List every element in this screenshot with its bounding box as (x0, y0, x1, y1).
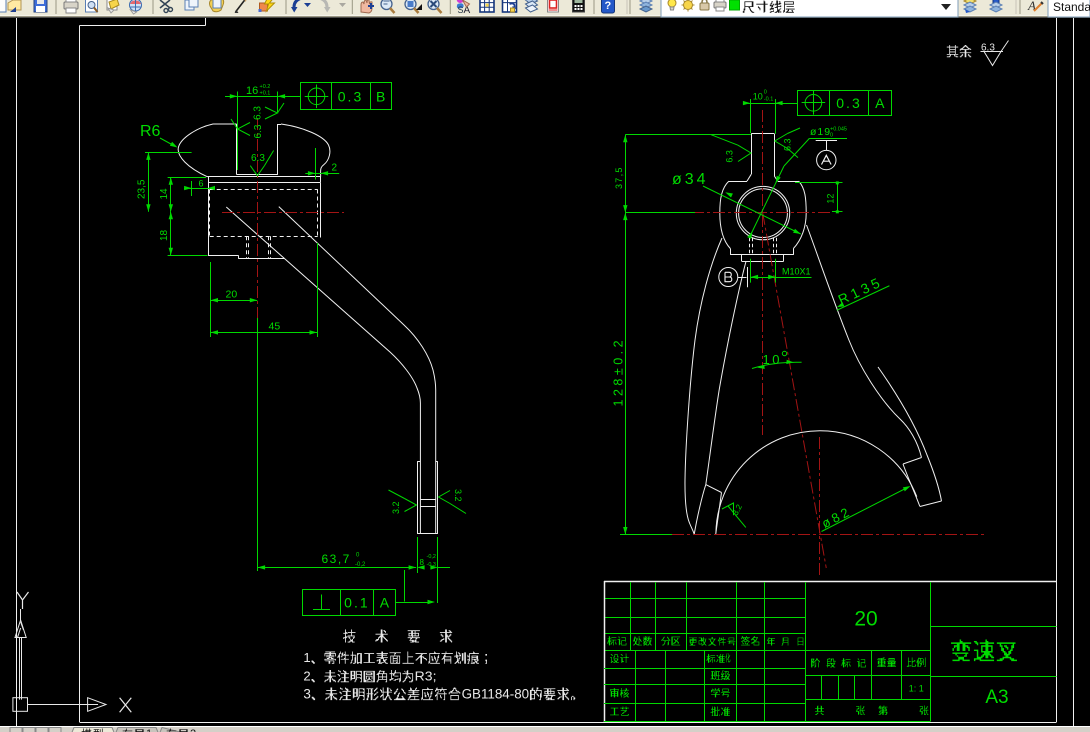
svg-text:10: 10 (763, 352, 782, 367)
svg-text:A: A (380, 595, 390, 611)
svg-text:?: ? (605, 0, 612, 12)
svg-text:-0,2: -0,2 (355, 562, 366, 568)
svg-text:0.3: 0.3 (836, 95, 861, 111)
svg-text:6.3: 6.3 (253, 106, 264, 120)
svg-text:3.2: 3.2 (453, 489, 463, 502)
svg-text:2: 2 (190, 728, 196, 732)
svg-text:2: 2 (332, 163, 338, 174)
svg-text:6: 6 (199, 179, 204, 189)
svg-text:+0.2: +0.2 (260, 84, 271, 90)
svg-text:6.3: 6.3 (725, 150, 735, 163)
svg-text:1: 1 (146, 728, 152, 732)
svg-text:6.3: 6.3 (253, 124, 264, 138)
svg-text:0: 0 (830, 133, 833, 139)
svg-text:37,5: 37,5 (614, 166, 624, 189)
svg-text:A3: A3 (985, 687, 1008, 708)
svg-text:0.1: 0.1 (344, 595, 369, 611)
svg-text:-0,2: -0,2 (427, 554, 436, 560)
svg-text:6.3: 6.3 (251, 153, 265, 164)
svg-text:GB1184-80: GB1184-80 (462, 687, 530, 702)
svg-text:2: 2 (303, 669, 310, 684)
svg-text:3: 3 (303, 687, 311, 702)
svg-text:14: 14 (159, 188, 170, 200)
svg-text:20: 20 (226, 289, 238, 301)
svg-text:1: 1: 1: 1 (909, 684, 924, 694)
svg-text:1: 1 (303, 650, 310, 665)
svg-text:0.3: 0.3 (338, 89, 363, 105)
svg-text:18: 18 (159, 229, 170, 241)
svg-text:-0,3: -0,3 (427, 562, 436, 568)
svg-text:0: 0 (764, 90, 767, 96)
svg-text:R3;: R3; (415, 669, 437, 684)
svg-text:16: 16 (246, 85, 258, 97)
svg-text:A: A (875, 95, 885, 111)
svg-text:3.2: 3.2 (391, 501, 401, 514)
svg-text:128±0.2: 128±0.2 (612, 337, 626, 407)
svg-text:ø34: ø34 (672, 171, 709, 188)
svg-text:R6: R6 (140, 123, 161, 140)
svg-text:B: B (376, 89, 385, 105)
svg-text:M10X1: M10X1 (782, 267, 811, 277)
svg-text:8: 8 (420, 558, 425, 567)
svg-text:10: 10 (753, 92, 763, 102)
svg-text:63,7: 63,7 (322, 552, 351, 566)
svg-text:23,5: 23,5 (137, 179, 148, 199)
svg-text:45: 45 (269, 321, 281, 333)
svg-text:12: 12 (826, 194, 836, 204)
svg-text:+0.1: +0.1 (260, 91, 271, 97)
svg-text:20: 20 (854, 608, 877, 631)
svg-text:化: 化 (725, 653, 731, 665)
svg-text:-0.1: -0.1 (764, 97, 773, 103)
svg-text:ø19: ø19 (810, 126, 831, 138)
svg-text:Standa: Standa (1053, 0, 1090, 14)
